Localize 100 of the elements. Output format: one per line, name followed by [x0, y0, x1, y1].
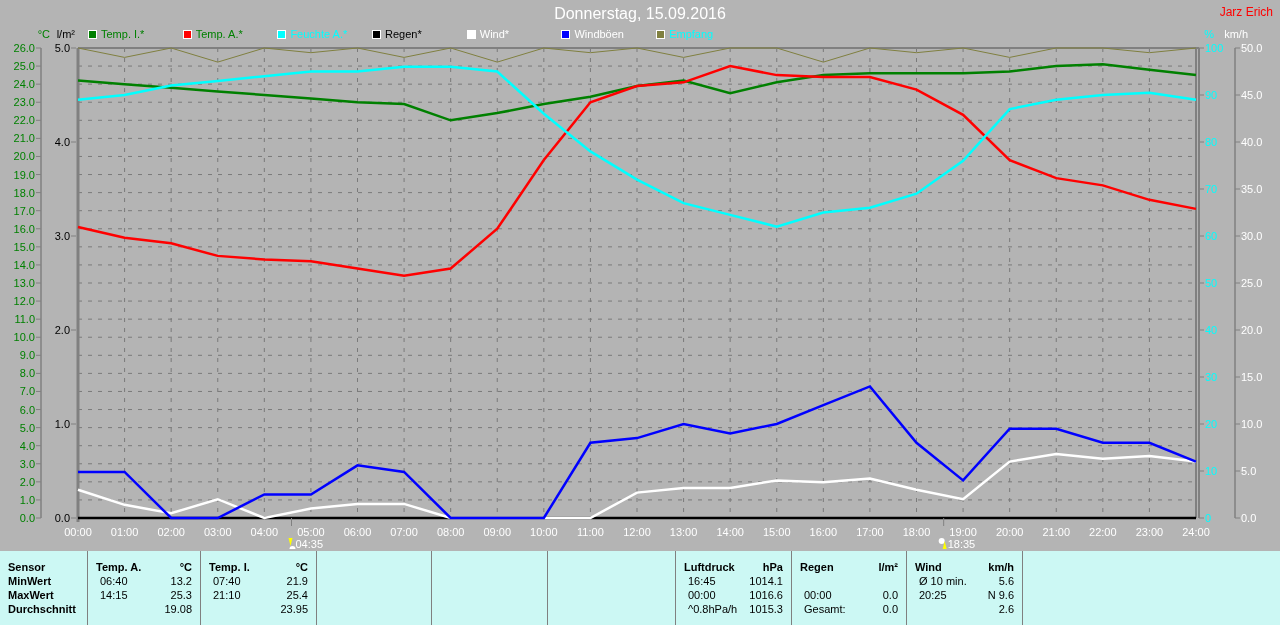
- column-header: Sensor: [8, 560, 47, 574]
- table-cell-text: 14:15: [99, 588, 128, 602]
- axis-tick-label: 40.0: [1241, 136, 1263, 148]
- axis-tick-label: 10:00: [530, 526, 558, 538]
- axis-tick-label: 16:00: [809, 526, 838, 538]
- axis-tick-label: 01:00: [110, 526, 139, 538]
- axis-tick-label: 12.0: [13, 295, 35, 308]
- axis-tick-label: 02:00: [157, 526, 185, 538]
- axis-unit: %: [1204, 27, 1214, 41]
- axis-tick-label: 00:00: [64, 526, 92, 538]
- axis-tick-label: 15.0: [13, 240, 35, 253]
- legend-label: Empfang: [669, 27, 714, 41]
- axis-tick-label: 20.0: [13, 150, 35, 163]
- legend-label: Windböen: [574, 27, 624, 41]
- axis-tick-label: 60: [1205, 230, 1218, 242]
- axis-tick-label: 5.0: [19, 421, 35, 434]
- axis-tick-label: 19.0: [13, 168, 35, 181]
- axis-tick-label: 18.0: [13, 186, 35, 199]
- axis-tick-label: 17:00: [856, 526, 884, 538]
- axis-tick-label: 7.0: [19, 385, 35, 398]
- column-header: Temp. I.: [209, 560, 250, 574]
- unit-label: °C: [295, 560, 308, 574]
- axis-tick-label: 21:00: [1042, 526, 1070, 538]
- axis-tick-label: 15:00: [763, 526, 791, 538]
- axis-tick-label: 19:00: [949, 526, 977, 538]
- axis-tick-label: 21.0: [13, 132, 35, 145]
- table-cell: 5.6: [998, 574, 1014, 588]
- table-cell: 0.0: [882, 588, 898, 602]
- sun-time-label: 18:35: [947, 538, 976, 550]
- sun-time-label: 04:35: [295, 538, 324, 550]
- axis-tick-label: 30: [1205, 371, 1218, 383]
- axis-tick-label: 45.0: [1241, 89, 1263, 101]
- table-cell: 23.95: [280, 602, 308, 616]
- axis-tick-label: 50.0: [1241, 44, 1263, 54]
- table-cell-text: Ø 10 min.: [918, 574, 967, 588]
- axis-tick-label: 16.0: [13, 222, 35, 235]
- axis-tick-label: 6.0: [19, 403, 35, 416]
- axis-tick-label: 10.0: [13, 331, 35, 344]
- axis-tick-label: 17.0: [13, 204, 35, 217]
- axis-tick-label: 10.0: [1241, 418, 1263, 430]
- axis-tick-label: 40: [1205, 324, 1218, 336]
- axis-tick-label: 20: [1205, 418, 1218, 430]
- row-label: Durchschnitt: [8, 602, 77, 616]
- table-cell-text: ^0.8hPa/h: [687, 602, 738, 616]
- row-label: MaxWert: [8, 588, 55, 602]
- author-label: Jarz Erich: [1219, 5, 1273, 19]
- axis-tick-label: 0: [1205, 512, 1212, 524]
- axis-tick-label: 1.0: [19, 493, 35, 506]
- axis-tick-label: 30.0: [1241, 230, 1263, 242]
- axis-tick-label: 8.0: [19, 367, 35, 380]
- axis-tick-label: 0.0: [19, 512, 35, 524]
- axis-tick-label: 13.0: [13, 277, 35, 289]
- table-cell: 0.0: [882, 602, 898, 616]
- legend-label: Wind*: [479, 27, 510, 41]
- axis-tick-label: 12:00: [623, 526, 651, 538]
- axis-tick-label: 5.0: [54, 44, 70, 54]
- legend-label: Temp. A.*: [195, 27, 243, 41]
- axis-tick-label: 50: [1205, 277, 1218, 289]
- axis-tick-label: 35.0: [1241, 183, 1263, 195]
- row-label: MinWert: [8, 574, 53, 588]
- axis-tick-label: 0.0: [1241, 512, 1257, 524]
- table-cell: N 9.6: [987, 588, 1014, 602]
- axis-tick-label: 05:00: [297, 526, 325, 538]
- table-cell-text: 07:40: [212, 574, 241, 588]
- axis-tick-label: 23:00: [1135, 526, 1164, 538]
- axis-tick-label: 11:00: [577, 526, 604, 538]
- table-cell: 1016.6: [749, 588, 783, 602]
- axis-tick-label: 03:00: [204, 526, 232, 538]
- axis-tick-label: 07:00: [390, 526, 418, 538]
- table-cell: 25.4: [286, 588, 308, 602]
- table-cell-text: 16:45: [687, 574, 716, 588]
- column-header: Luftdruck: [684, 560, 735, 574]
- table-cell-text: 20:25: [918, 588, 947, 602]
- chart-title: Donnerstag, 15.09.2016: [554, 4, 726, 24]
- axis-tick-label: 70: [1205, 183, 1218, 195]
- table-cell: 19.08: [164, 602, 192, 616]
- sunset-icon: [938, 538, 947, 549]
- axis-tick-label: 14.0: [13, 258, 35, 271]
- axis-tick-label: 4.0: [54, 136, 70, 148]
- axis-tick-label: 11.0: [14, 313, 35, 326]
- table-cell: 21.9: [286, 574, 308, 588]
- axis-tick-label: 4.0: [19, 439, 35, 452]
- axis-tick-label: 1.0: [54, 418, 70, 430]
- axis-tick-label: 15.0: [1241, 371, 1263, 383]
- axis-tick-label: 25.0: [13, 60, 35, 73]
- axis-tick-label: 0.0: [54, 512, 70, 524]
- table-cell: 2.6: [998, 602, 1014, 616]
- axis-tick-label: 3.0: [54, 230, 70, 242]
- table-cell-text: 21:10: [212, 588, 241, 602]
- axis-tick-label: 2.0: [19, 475, 35, 488]
- unit-label: km/h: [988, 560, 1014, 574]
- axis-tick-label: 90: [1205, 89, 1218, 101]
- axis-tick-label: 9.0: [19, 349, 35, 362]
- axis-tick-label: 23.0: [13, 96, 35, 109]
- axis-unit: °C: [36, 27, 50, 41]
- axis-tick-label: 20.0: [1241, 324, 1263, 336]
- axis-tick-label: 20:00: [995, 526, 1024, 538]
- axis-tick-label: 14:00: [716, 526, 744, 538]
- axis-tick-label: 24.0: [13, 78, 35, 91]
- table-cell: 13.2: [170, 574, 192, 588]
